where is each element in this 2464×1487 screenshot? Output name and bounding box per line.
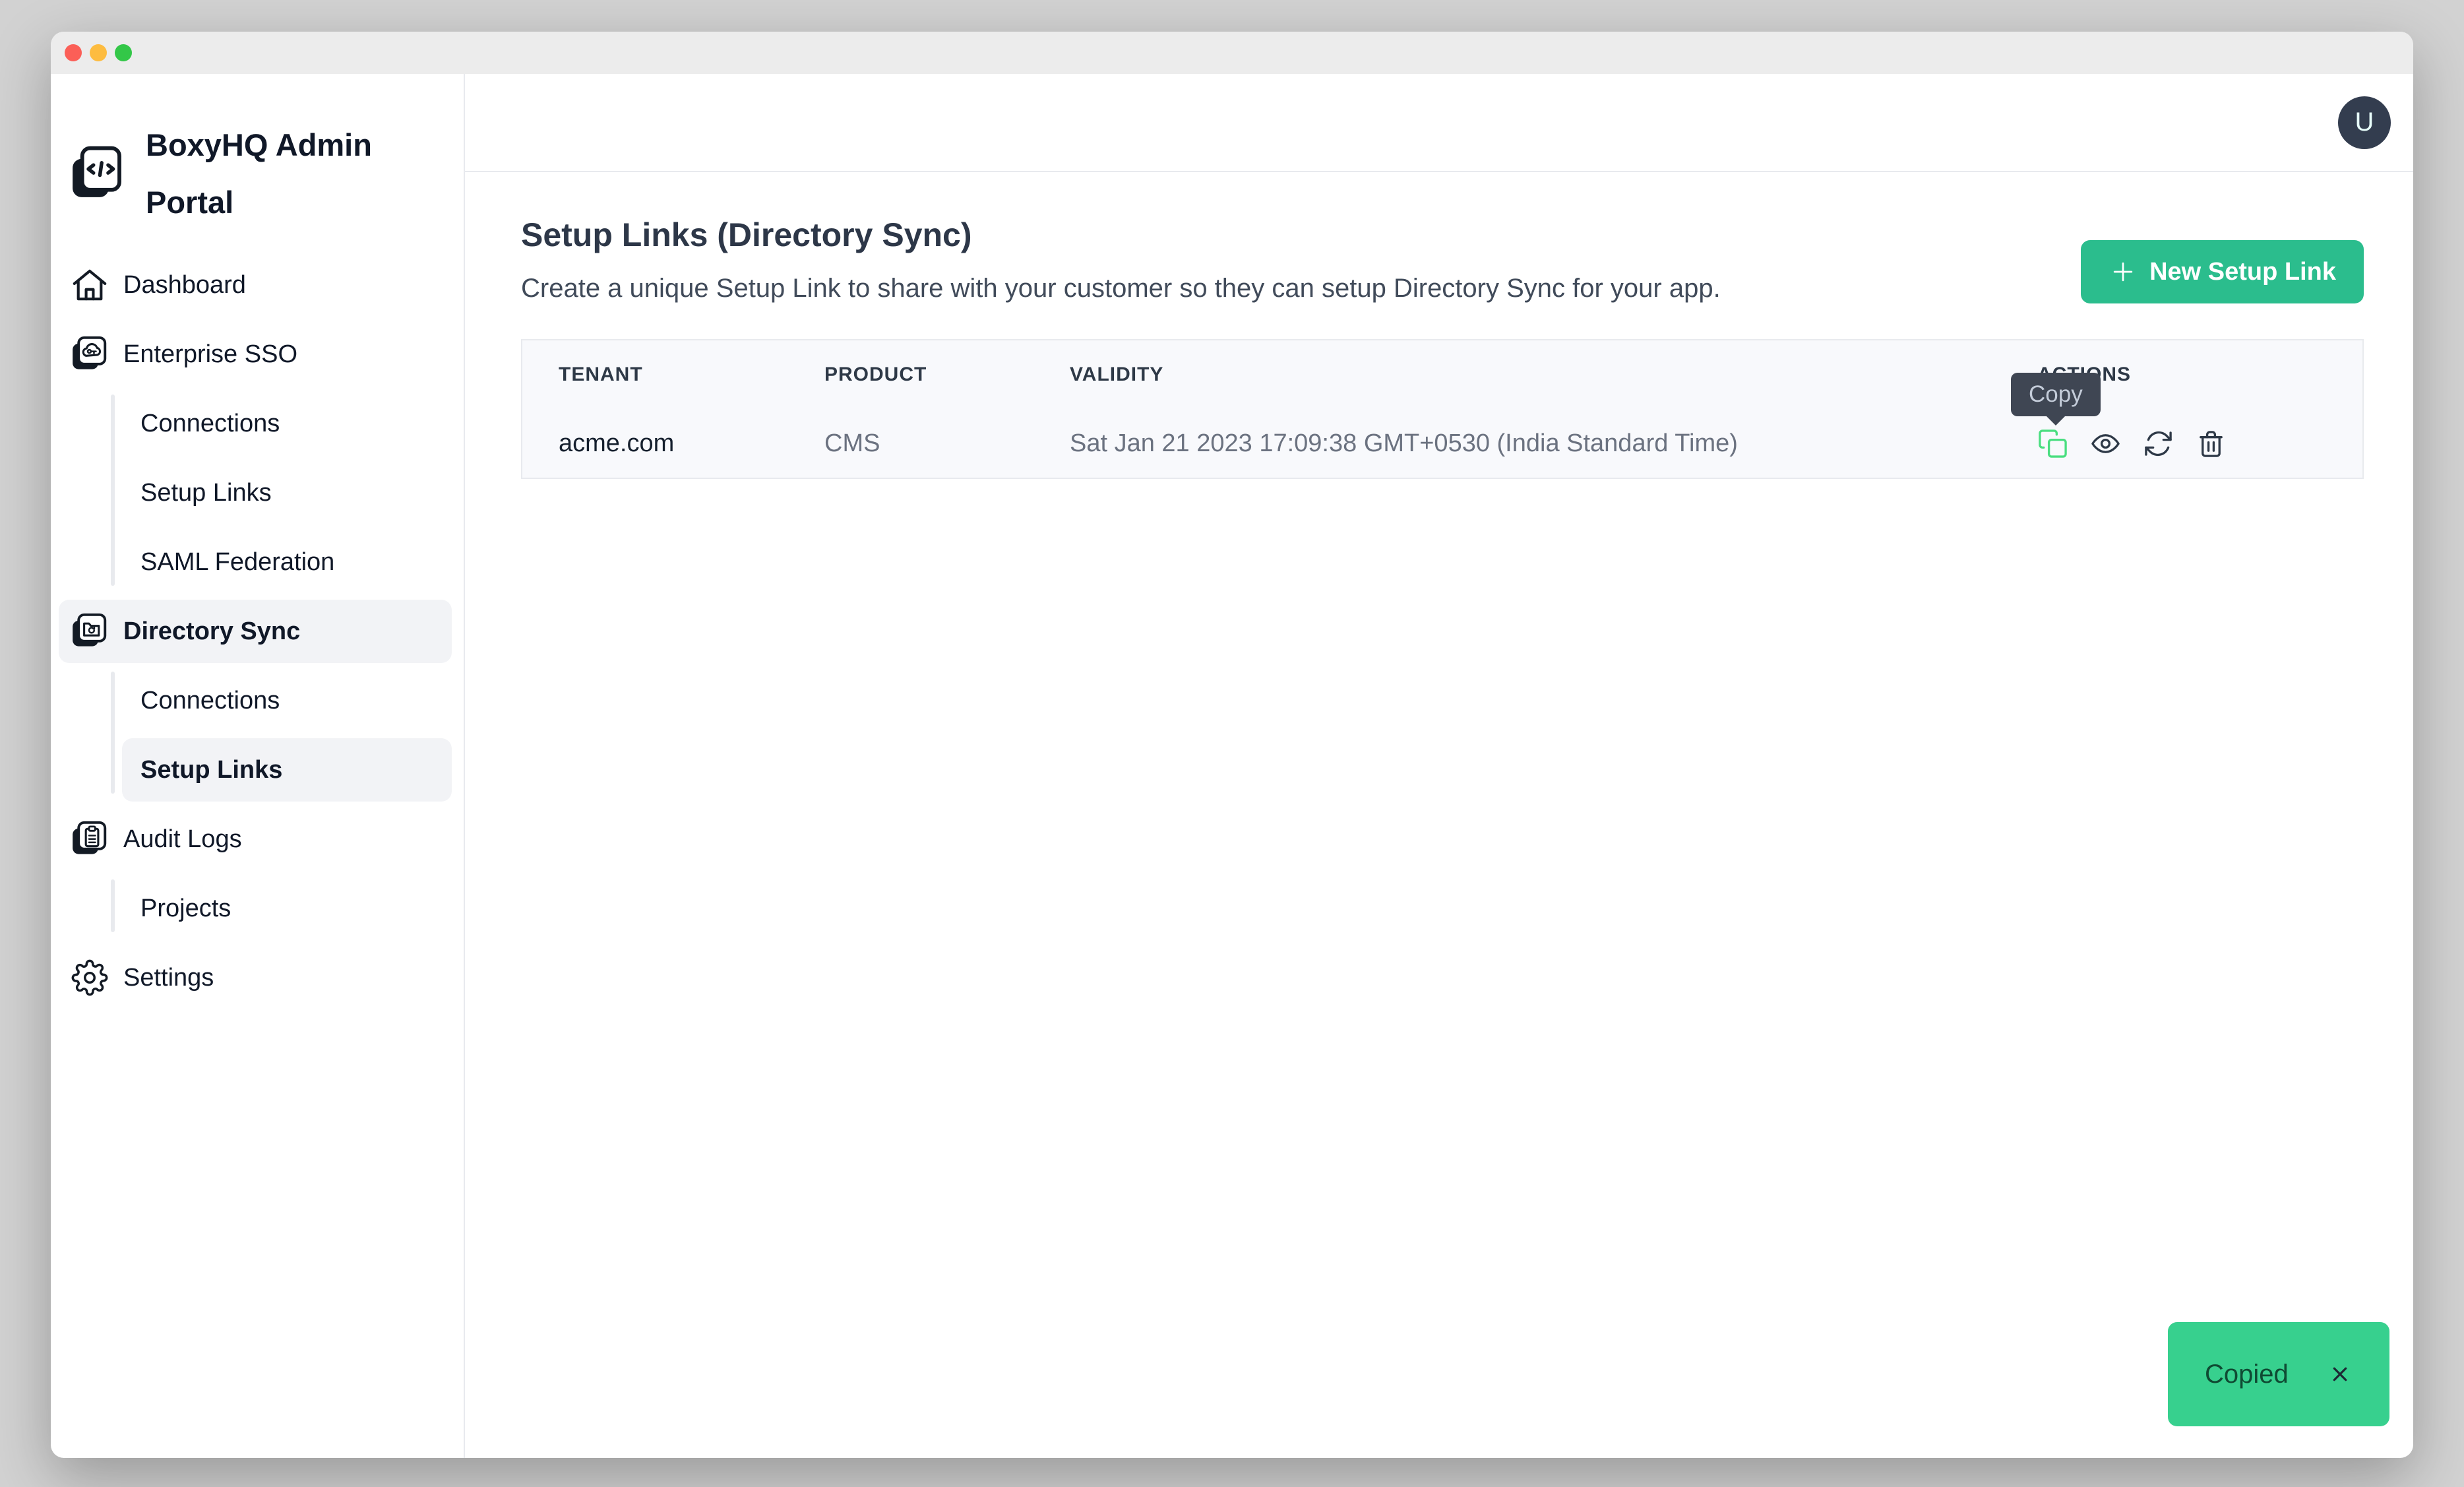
sidebar-sublist-directory-sync: Connections Setup Links (59, 669, 452, 802)
copied-toast: Copied (2168, 1322, 2389, 1426)
directory-keycap-icon (69, 611, 110, 652)
sidebar-item-projects[interactable]: Projects (122, 877, 452, 940)
audit-keycap-icon (69, 819, 110, 860)
sidebar-subitem-label: Connections (140, 687, 280, 715)
column-header-validity: VALIDITY (1033, 340, 2001, 409)
sidebar-nav: Dashboard Ent (59, 253, 452, 1009)
cell-tenant: acme.com (522, 409, 788, 478)
cell-validity: Sat Jan 21 2023 17:09:38 GMT+0530 (India… (1033, 409, 2001, 478)
sidebar-item-sso-setup-links[interactable]: Setup Links (122, 461, 452, 524)
home-icon (69, 265, 110, 305)
copy-tooltip: Copy (2011, 373, 2101, 416)
eye-icon[interactable] (2090, 428, 2121, 459)
cell-product: CMS (788, 409, 1033, 478)
sidebar-item-dashboard[interactable]: Dashboard (59, 253, 452, 317)
sidebar-item-label: Settings (123, 964, 214, 992)
toast-message: Copied (2205, 1360, 2289, 1389)
app-window: BoxyHQ Admin Portal Dashboard (51, 32, 2413, 1458)
new-setup-link-label: New Setup Link (2149, 258, 2336, 286)
sidebar-sublist-audit-logs: Projects (59, 877, 452, 940)
cell-actions: Copy (2001, 409, 2362, 478)
traffic-light-minimize-icon[interactable] (90, 44, 107, 61)
user-avatar[interactable]: U (2338, 96, 2391, 149)
window-titlebar (51, 32, 2413, 74)
sidebar-subitem-label: Connections (140, 410, 280, 438)
sidebar-item-enterprise-sso[interactable]: Enterprise SSO (59, 323, 452, 386)
sidebar-item-saml-federation[interactable]: SAML Federation (122, 530, 452, 594)
page-content: Setup Links (Directory Sync) Create a un… (465, 172, 2413, 479)
sidebar-subitem-label: SAML Federation (140, 548, 334, 577)
trash-icon[interactable] (2196, 428, 2227, 459)
top-bar: U (465, 74, 2413, 172)
traffic-light-close-icon[interactable] (65, 44, 82, 61)
main-area: U Setup Links (Directory Sync) Create a … (465, 74, 2413, 1458)
sidebar-item-directory-sync[interactable]: Directory Sync (59, 600, 452, 663)
sidebar-sublist-enterprise-sso: Connections Setup Links SAML Federation (59, 392, 452, 594)
sidebar: BoxyHQ Admin Portal Dashboard (51, 74, 465, 1458)
desktop: BoxyHQ Admin Portal Dashboard (0, 0, 2464, 1487)
setup-links-table: TENANT PRODUCT VALIDITY ACTIONS acme.com… (521, 339, 2364, 479)
sidebar-item-settings[interactable]: Settings (59, 946, 452, 1009)
new-setup-link-button[interactable]: New Setup Link (2081, 240, 2364, 303)
sidebar-item-label: Directory Sync (123, 617, 300, 646)
column-header-product: PRODUCT (788, 340, 1033, 409)
sso-keycap-icon (69, 334, 110, 375)
boxyhq-logo-icon (69, 141, 123, 206)
sidebar-item-audit-logs[interactable]: Audit Logs (59, 807, 452, 871)
sidebar-item-label: Audit Logs (123, 825, 242, 854)
plus-icon (2109, 257, 2138, 286)
page-description: Create a unique Setup Link to share with… (521, 274, 1721, 303)
table-row: acme.com CMS Sat Jan 21 2023 17:09:38 GM… (522, 409, 2362, 478)
sidebar-item-label: Dashboard (123, 271, 246, 300)
sidebar-item-dsync-connections[interactable]: Connections (122, 669, 452, 732)
traffic-light-maximize-icon[interactable] (115, 44, 132, 61)
sidebar-item-sso-connections[interactable]: Connections (122, 392, 452, 455)
gear-icon (69, 957, 110, 998)
app-logo: BoxyHQ Admin Portal (69, 116, 452, 231)
page-title: Setup Links (Directory Sync) (521, 216, 1721, 254)
sidebar-subitem-label: Projects (140, 895, 231, 923)
sidebar-subitem-label: Setup Links (140, 479, 272, 507)
column-header-tenant: TENANT (522, 340, 788, 409)
regenerate-icon[interactable] (2143, 428, 2174, 459)
app-title: BoxyHQ Admin Portal (146, 116, 423, 231)
copy-icon[interactable] (2037, 428, 2068, 459)
sidebar-item-label: Enterprise SSO (123, 340, 297, 369)
sidebar-item-dsync-setup-links[interactable]: Setup Links (122, 738, 452, 802)
sidebar-subitem-label: Setup Links (140, 756, 282, 784)
close-icon[interactable] (2327, 1362, 2353, 1387)
